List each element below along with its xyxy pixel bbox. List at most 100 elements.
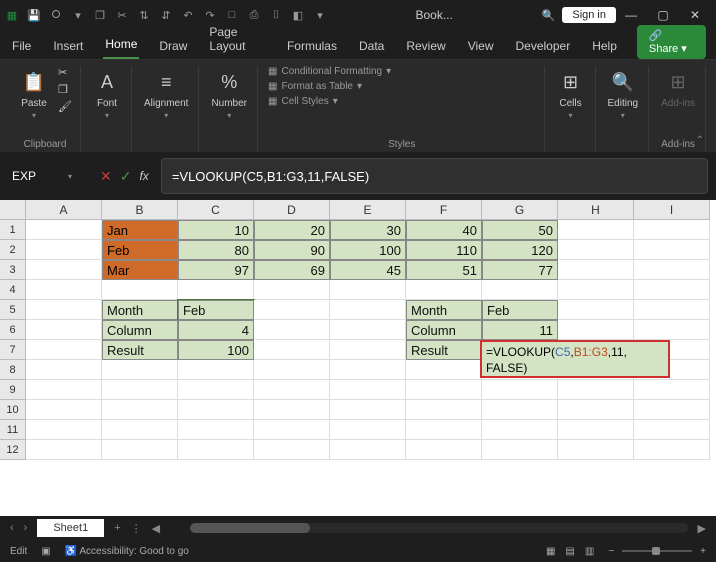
row-header[interactable]: 5 xyxy=(0,300,26,320)
enter-icon[interactable]: ✓ xyxy=(120,168,132,185)
cell[interactable] xyxy=(634,240,710,260)
cell[interactable] xyxy=(26,360,102,380)
row-header[interactable]: 7 xyxy=(0,340,26,360)
cell[interactable] xyxy=(406,360,482,380)
save-icon[interactable]: 💾 xyxy=(26,7,42,23)
cell[interactable] xyxy=(102,360,178,380)
cell[interactable] xyxy=(178,440,254,460)
cell[interactable] xyxy=(178,280,254,300)
cell[interactable]: Column xyxy=(406,320,482,340)
cell[interactable] xyxy=(102,280,178,300)
cell[interactable]: 51 xyxy=(406,260,482,280)
cell[interactable] xyxy=(102,380,178,400)
cell[interactable]: 100 xyxy=(330,240,406,260)
camera-icon[interactable]: ⌷ xyxy=(268,7,284,23)
cell[interactable] xyxy=(102,440,178,460)
cell-styles-button[interactable]: ▦ Cell Styles ▾ xyxy=(268,96,391,107)
cell[interactable] xyxy=(330,340,406,360)
cell[interactable] xyxy=(254,440,330,460)
cell[interactable] xyxy=(406,380,482,400)
cell[interactable] xyxy=(254,340,330,360)
tab-review[interactable]: Review xyxy=(404,33,447,59)
cell[interactable] xyxy=(26,240,102,260)
cell[interactable] xyxy=(558,300,634,320)
tab-page-layout[interactable]: Page Layout xyxy=(207,19,267,59)
cell[interactable] xyxy=(330,360,406,380)
col-header[interactable]: B xyxy=(102,200,178,220)
col-header[interactable]: A xyxy=(26,200,102,220)
tab-help[interactable]: Help xyxy=(590,33,619,59)
cell[interactable]: 80 xyxy=(178,240,254,260)
row-header[interactable]: 2 xyxy=(0,240,26,260)
row-header[interactable]: 11 xyxy=(0,420,26,440)
col-header[interactable]: H xyxy=(558,200,634,220)
cell[interactable]: Result xyxy=(102,340,178,360)
cell[interactable] xyxy=(26,440,102,460)
alignment-button[interactable]: ≡Alignment▾ xyxy=(142,66,190,122)
cell[interactable] xyxy=(254,280,330,300)
cell[interactable]: Feb xyxy=(482,300,558,320)
row-header[interactable]: 1 xyxy=(0,220,26,240)
cells-button[interactable]: ⊞Cells▾ xyxy=(555,66,587,122)
cell[interactable] xyxy=(634,220,710,240)
search-icon[interactable]: 🔍 xyxy=(540,7,556,23)
cell[interactable] xyxy=(634,440,710,460)
tab-file[interactable]: File xyxy=(10,33,33,59)
row-header[interactable]: 8 xyxy=(0,360,26,380)
cell[interactable] xyxy=(558,420,634,440)
cell[interactable]: 4 xyxy=(178,320,254,340)
cell[interactable] xyxy=(558,400,634,420)
col-header[interactable]: I xyxy=(634,200,710,220)
sort-asc-icon[interactable]: ⇅ xyxy=(136,7,152,23)
cancel-icon[interactable]: ✕ xyxy=(100,168,112,185)
cell[interactable] xyxy=(406,420,482,440)
cell[interactable] xyxy=(178,360,254,380)
cell[interactable]: Column xyxy=(102,320,178,340)
cell[interactable]: 69 xyxy=(254,260,330,280)
number-button[interactable]: %Number▾ xyxy=(209,66,249,122)
tab-data[interactable]: Data xyxy=(357,33,386,59)
col-header[interactable]: D xyxy=(254,200,330,220)
cell[interactable] xyxy=(254,360,330,380)
cell[interactable] xyxy=(26,320,102,340)
page-layout-view-icon[interactable]: ▤ xyxy=(565,546,574,557)
page-break-view-icon[interactable]: ▥ xyxy=(585,546,594,557)
maximize-button[interactable]: ▢ xyxy=(654,6,672,24)
tab-draw[interactable]: Draw xyxy=(157,33,189,59)
cell[interactable]: Month xyxy=(102,300,178,320)
cell[interactable] xyxy=(26,280,102,300)
sheet-prev-icon[interactable]: ‹ xyxy=(10,522,14,534)
autosave-icon[interactable]: ⭘ xyxy=(48,7,64,23)
cell[interactable]: Jan xyxy=(102,220,178,240)
formula-input[interactable] xyxy=(161,158,708,194)
minimize-button[interactable]: — xyxy=(622,6,640,24)
add-sheet-button[interactable]: + xyxy=(114,522,120,534)
cell[interactable] xyxy=(558,320,634,340)
cell[interactable]: 45 xyxy=(330,260,406,280)
tab-insert[interactable]: Insert xyxy=(51,33,85,59)
cell[interactable] xyxy=(26,340,102,360)
cell[interactable] xyxy=(406,440,482,460)
cell[interactable] xyxy=(26,300,102,320)
undo-icon[interactable]: ↶ xyxy=(180,7,196,23)
col-header[interactable]: F xyxy=(406,200,482,220)
cell[interactable]: 97 xyxy=(178,260,254,280)
row-header[interactable]: 9 xyxy=(0,380,26,400)
font-button[interactable]: AFont▾ xyxy=(91,66,123,122)
share-button[interactable]: 🔗 Share ▾ xyxy=(637,25,706,59)
cell[interactable] xyxy=(178,380,254,400)
cell[interactable] xyxy=(558,260,634,280)
cell[interactable] xyxy=(254,380,330,400)
row-header[interactable]: 3 xyxy=(0,260,26,280)
sheet-next-icon[interactable]: › xyxy=(24,522,28,534)
qat-caret-icon[interactable]: ▾ xyxy=(70,7,86,23)
cell[interactable] xyxy=(26,220,102,240)
formula-edit-overlay[interactable]: =VLOOKUP(C5,B1:G3,11,FALSE) xyxy=(480,340,670,378)
cell[interactable] xyxy=(26,380,102,400)
copy-icon[interactable]: ❐ xyxy=(58,83,72,96)
horizontal-scrollbar[interactable] xyxy=(190,523,687,533)
cell[interactable] xyxy=(330,320,406,340)
cell[interactable] xyxy=(558,440,634,460)
col-header[interactable]: G xyxy=(482,200,558,220)
group-icon[interactable]: ❐ xyxy=(92,7,108,23)
